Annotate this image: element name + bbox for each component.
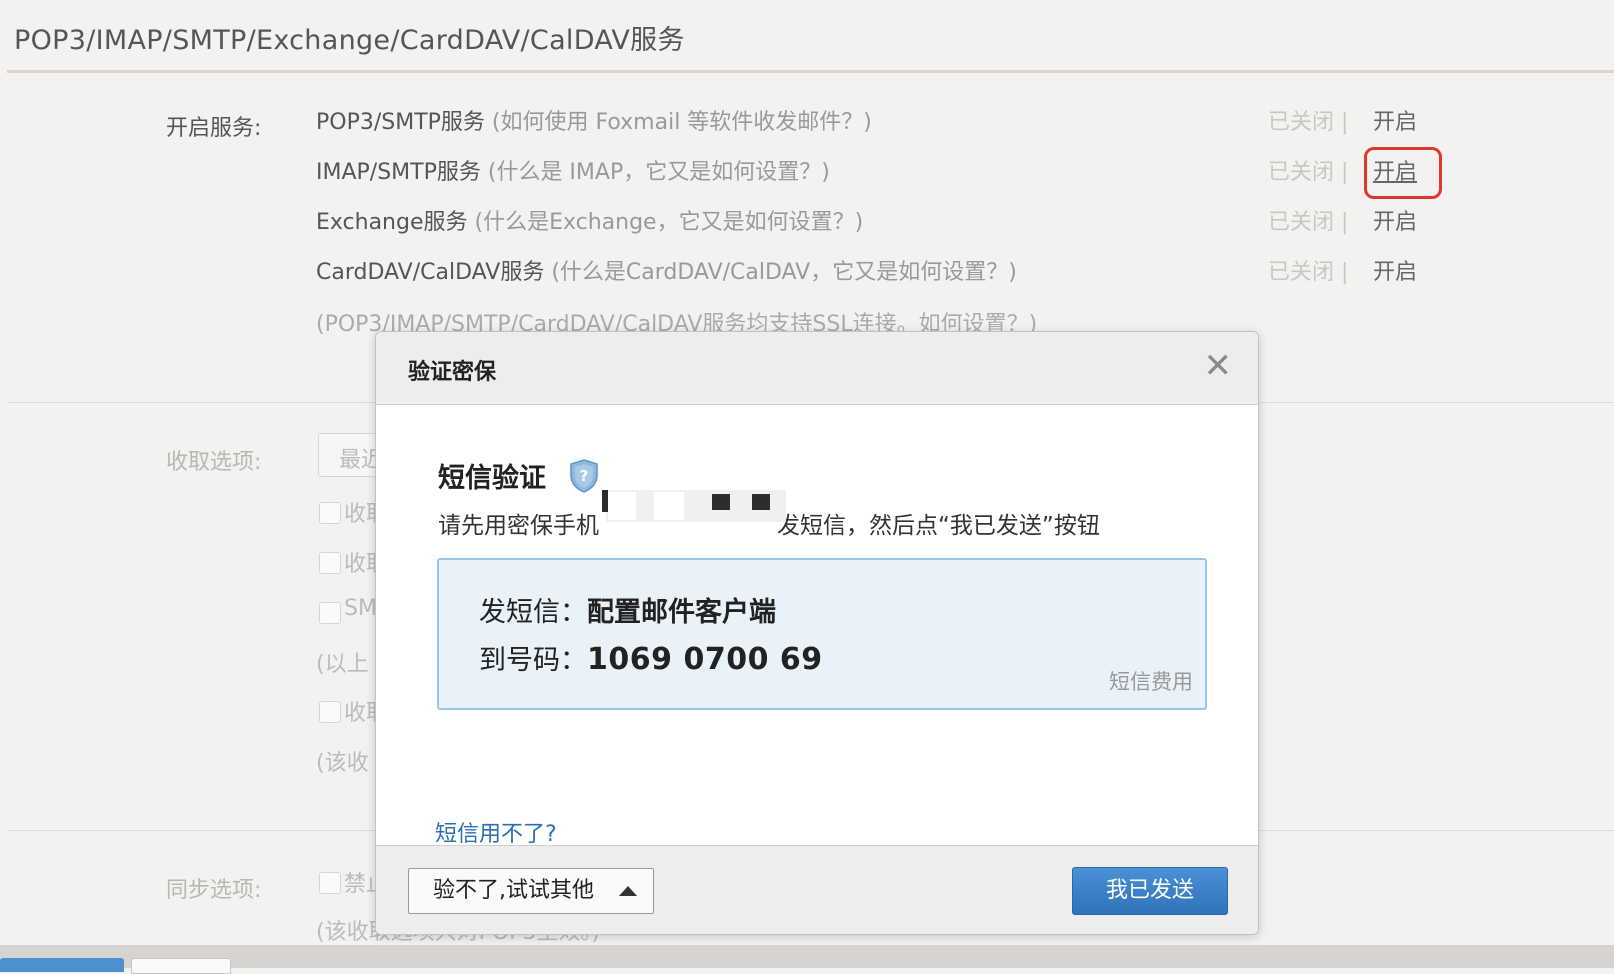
receive-checkbox-1[interactable] bbox=[319, 502, 341, 524]
dialog-footer: 验不了,试试其他 我已发送 bbox=[376, 845, 1258, 934]
status-off-caldav: 已关闭 | bbox=[1268, 260, 1349, 285]
sms-heading: 短信验证 bbox=[438, 463, 546, 494]
service-name: IMAP/SMTP服务 bbox=[316, 160, 481, 185]
service-name: Exchange服务 bbox=[316, 210, 468, 235]
highlight-box bbox=[1364, 147, 1442, 199]
status-off-exchange: 已关闭 | bbox=[1268, 210, 1349, 235]
phone-mask-white bbox=[654, 492, 684, 520]
service-row-exchange: Exchange服务 (什么是Exchange，它又是如何设置？) bbox=[316, 204, 863, 236]
phone-mask-dark bbox=[752, 494, 770, 510]
instruction-suffix: 发短信，然后点“我已发送”按钮 bbox=[777, 513, 1100, 539]
sync-label: 同步选项: bbox=[166, 878, 262, 903]
receive-checkbox-3[interactable] bbox=[319, 602, 341, 624]
save-button-partial[interactable] bbox=[0, 958, 124, 972]
service-help-link[interactable]: (什么是 IMAP，它又是如何设置？) bbox=[488, 160, 830, 185]
sent-button[interactable]: 我已发送 bbox=[1072, 867, 1228, 915]
close-icon[interactable]: ✕ bbox=[1204, 346, 1233, 386]
phone-mask-white bbox=[608, 492, 636, 520]
service-row-imap: IMAP/SMTP服务 (什么是 IMAP，它又是如何设置？) bbox=[316, 154, 830, 186]
phone-mask-dark bbox=[712, 494, 730, 510]
to-label: 到号码： bbox=[479, 645, 587, 676]
instruction-prefix: 请先用密保手机 bbox=[438, 513, 599, 539]
send-content: 配置邮件客户端 bbox=[587, 597, 776, 628]
status-off-pop3: 已关闭 | bbox=[1268, 110, 1349, 135]
sms-unavailable-link[interactable]: 短信用不了? bbox=[435, 816, 557, 848]
sms-send-line: 发短信：配置邮件客户端 bbox=[479, 590, 776, 629]
dialog-header: 验证密保 ✕ bbox=[376, 332, 1258, 405]
services-label: 开启服务: bbox=[166, 116, 262, 141]
receive-checkbox-2[interactable] bbox=[319, 552, 341, 574]
to-number: 1069 0700 69 bbox=[587, 642, 823, 677]
cancel-button-partial[interactable] bbox=[131, 958, 231, 974]
status-off-imap: 已关闭 | bbox=[1268, 160, 1349, 185]
phone-mask-dark bbox=[602, 490, 608, 512]
receive-label: 收取选项: bbox=[166, 450, 262, 475]
service-help-link[interactable]: (如何使用 Foxmail 等软件收发邮件？) bbox=[492, 110, 872, 135]
caret-up-icon bbox=[619, 886, 637, 896]
service-row-caldav: CardDAV/CalDAV服务 (什么是CardDAV/CalDAV，它又是如… bbox=[316, 254, 1017, 286]
receive-checkbox-4[interactable] bbox=[319, 701, 341, 723]
try-other-label: 验不了,试试其他 bbox=[433, 878, 594, 903]
verify-dialog: 验证密保 ✕ 短信验证 ? 请先用密保手机 发短信，然后点“我已发送”按钮 发短信… bbox=[375, 331, 1259, 935]
receive-note-2: (该收 bbox=[316, 751, 369, 776]
svg-text:?: ? bbox=[580, 467, 589, 485]
receive-note: (以上 bbox=[316, 652, 369, 677]
title-divider bbox=[7, 70, 1614, 73]
sync-checkbox[interactable] bbox=[319, 872, 341, 894]
enable-link-caldav[interactable]: 开启 bbox=[1373, 254, 1417, 286]
sms-content-box: 发短信：配置邮件客户端 到号码：1069 0700 69 短信费用 bbox=[437, 558, 1207, 710]
shield-question-icon: ? bbox=[570, 459, 598, 493]
page-title: POP3/IMAP/SMTP/Exchange/CardDAV/CalDAV服务 bbox=[14, 25, 685, 56]
service-name: POP3/SMTP服务 bbox=[316, 110, 485, 135]
service-help-link[interactable]: (什么是CardDAV/CalDAV，它又是如何设置？) bbox=[551, 260, 1017, 285]
service-row-pop3: POP3/SMTP服务 (如何使用 Foxmail 等软件收发邮件？) bbox=[316, 104, 872, 136]
service-help-link[interactable]: (什么是Exchange，它又是如何设置？) bbox=[475, 210, 864, 235]
receive-option-3-label: SM bbox=[344, 596, 377, 621]
send-label: 发短信： bbox=[479, 597, 587, 628]
sms-fee-link[interactable]: 短信费用 bbox=[1109, 666, 1193, 696]
try-other-button[interactable]: 验不了,试试其他 bbox=[408, 868, 654, 914]
enable-link-exchange[interactable]: 开启 bbox=[1373, 204, 1417, 236]
sms-number-line: 到号码：1069 0700 69 bbox=[479, 638, 823, 677]
service-name: CardDAV/CalDAV服务 bbox=[316, 260, 545, 285]
bottom-toolbar bbox=[0, 945, 1614, 968]
dialog-title: 验证密保 bbox=[408, 360, 497, 385]
enable-link-pop3[interactable]: 开启 bbox=[1373, 104, 1417, 136]
